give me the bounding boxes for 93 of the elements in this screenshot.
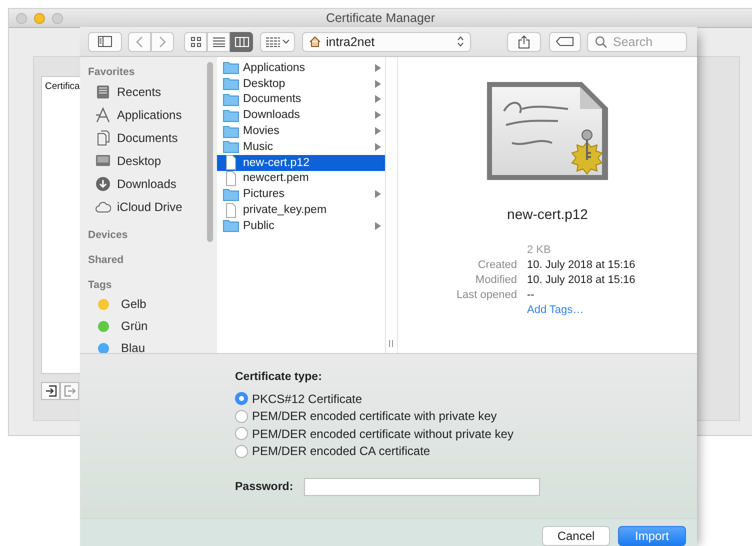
info-value: 10. July 2018 at 15:16 (527, 258, 636, 270)
resize-handle[interactable] (389, 340, 393, 347)
share-button[interactable] (507, 32, 541, 52)
disclosure-arrow-icon (375, 190, 381, 198)
info-value: 10. July 2018 at 15:16 (527, 274, 636, 286)
download-icon (95, 176, 111, 192)
radio-option[interactable]: PEM/DER encoded certificate without private key (235, 425, 697, 442)
columns-icon (234, 36, 248, 46)
search-field[interactable]: Search (587, 32, 687, 52)
document-icon (223, 155, 239, 170)
search-icon (595, 36, 607, 48)
disclosure-arrow-icon (375, 222, 381, 230)
radio-button[interactable] (235, 392, 248, 406)
folder-icon (223, 219, 239, 232)
section-heading: Tags (88, 279, 113, 293)
radio-option[interactable]: PEM/DER encoded CA certificate (235, 442, 697, 460)
file-size: 2 KB (527, 244, 551, 256)
back-icon (136, 36, 143, 48)
minimize-button[interactable] (34, 12, 45, 24)
file-row[interactable]: Pictures (217, 186, 385, 202)
radio-button[interactable] (235, 444, 248, 458)
sidebar-item[interactable]: Desktop (88, 149, 217, 172)
file-row[interactable]: Downloads (217, 107, 385, 124)
tag-icon (556, 37, 574, 46)
section-heading: Shared (88, 254, 125, 268)
document-icon (95, 130, 111, 146)
close-button[interactable] (16, 12, 27, 24)
folder-icon (223, 92, 239, 106)
window-title: Certificate Manager (326, 11, 436, 25)
share-icon (518, 34, 530, 48)
arrange-button[interactable] (260, 32, 295, 52)
tray-icon (95, 84, 111, 100)
file-row[interactable]: Documents (217, 92, 385, 108)
sidebar-toggle-button[interactable] (88, 32, 122, 52)
tag-item[interactable]: Blau (88, 337, 217, 353)
applications-icon (95, 106, 111, 122)
file-row[interactable]: Applications (217, 60, 385, 76)
sidebar-item[interactable]: Documents (88, 126, 217, 149)
info-label: Modified (474, 274, 517, 286)
sidebar-item[interactable]: Applications (88, 103, 217, 126)
section-heading: Favorites (88, 66, 136, 80)
radio-option[interactable]: PEM/DER encoded certificate with private key (235, 408, 697, 425)
folder-icon (223, 108, 239, 122)
certificate-type-label: Certificate type: (235, 371, 323, 383)
forward-icon (159, 36, 166, 48)
scrollbar-thumb[interactable] (207, 62, 213, 242)
radio-button[interactable] (235, 427, 248, 440)
sidebar-item[interactable]: iCloud Drive (88, 195, 217, 218)
password-label: Password: (235, 481, 294, 493)
section-heading: Devices (88, 229, 129, 243)
file-row[interactable]: private_key.pem (217, 202, 385, 218)
folder-icon (223, 188, 239, 201)
arrange-icon (266, 36, 290, 46)
folder-icon (223, 77, 239, 90)
info-label: Created (476, 258, 517, 270)
document-icon (223, 202, 239, 218)
back-button[interactable] (128, 32, 151, 52)
tag-button[interactable] (549, 32, 581, 52)
file-row[interactable]: Public (217, 218, 385, 234)
tag-item[interactable]: Gelb (88, 293, 217, 315)
password-field[interactable] (304, 478, 540, 496)
folder-icon (223, 61, 239, 74)
info-label: Last opened (455, 288, 517, 300)
zoom-button[interactable] (52, 12, 63, 24)
column-view-button[interactable] (230, 32, 253, 52)
sidebar-item[interactable]: Recents (88, 80, 217, 103)
list-icon (212, 36, 224, 46)
icon-view-button[interactable] (184, 32, 207, 52)
import-button[interactable] (41, 382, 60, 400)
column-header: Certifica (44, 80, 81, 92)
file-row[interactable]: Music (217, 138, 385, 155)
file-row[interactable]: Movies (217, 123, 385, 139)
location-dropdown[interactable]: intra2net (302, 32, 471, 52)
radio-button[interactable] (235, 410, 248, 423)
file-row[interactable]: Desktop (217, 76, 385, 92)
file-row[interactable]: newcert.pem (217, 170, 385, 186)
cancel-button[interactable]: Cancel (542, 526, 610, 546)
info-value: -- (527, 288, 534, 300)
grid-icon (190, 36, 200, 46)
folder-icon (223, 124, 239, 138)
add-tags-link[interactable]: Add Tags… (527, 304, 584, 316)
sidebar-item[interactable]: Downloads (88, 172, 217, 195)
radio-option[interactable]: PKCS#12 Certificate (235, 390, 697, 408)
tag-item[interactable]: Grün (88, 315, 217, 337)
stepper-icon (457, 36, 464, 47)
file-name: new-cert.p12 (507, 206, 588, 222)
sidebar-icon (98, 36, 112, 47)
certificate-icon (486, 81, 610, 181)
home-icon (309, 36, 321, 47)
list-view-button[interactable] (207, 32, 230, 52)
file-row[interactable]: new-cert.p12 (217, 154, 385, 171)
forward-button[interactable] (151, 32, 174, 52)
monitor-icon (95, 152, 111, 168)
